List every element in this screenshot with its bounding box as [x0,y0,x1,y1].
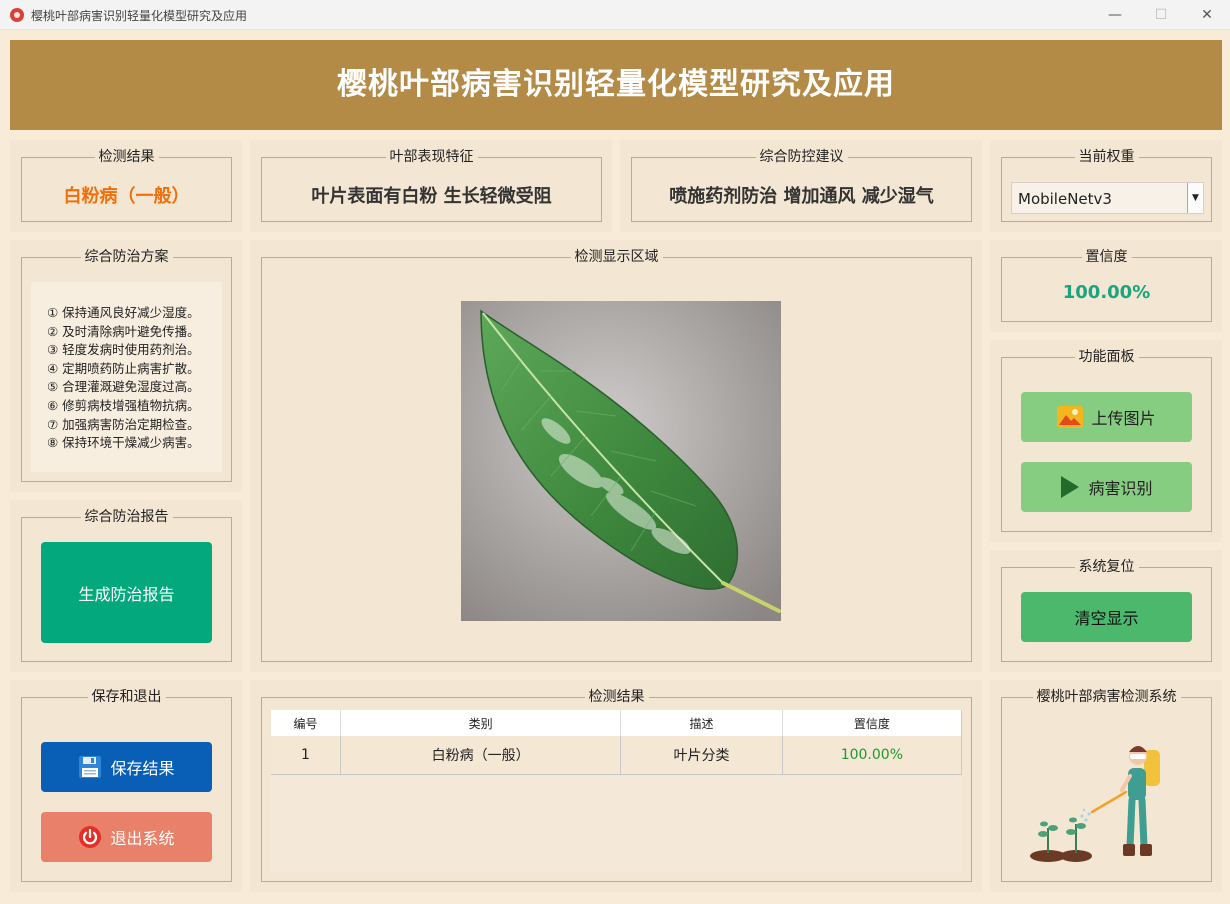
reset-title: 系统复位 [1074,559,1139,575]
plan-item: ① 保持通风良好减少湿度。 [47,305,200,320]
cell-id: 1 [271,736,341,775]
confidence-group: 置信度 100.00% [1001,249,1212,322]
generate-report-label: 生成防治报告 [78,584,175,604]
leaf-illustration [461,301,781,621]
leaf-features-title: 叶部表现特征 [385,149,478,165]
weights-panel: 当前权重 MobileNetv3 ▼ [990,140,1222,232]
plan-item: ④ 定期喷药防止病害扩散。 [47,360,200,376]
system-panel: 樱桃叶部病害检测系统 [990,680,1222,892]
functions-panel: 功能面板 上传图片 病害识别 [990,340,1222,542]
weights-group: 当前权重 MobileNetv3 ▼ [1001,149,1212,222]
generate-report-button[interactable]: 生成防治报告 [41,542,212,643]
save-results-button[interactable]: 保存结果 [41,742,212,792]
leaf-image [461,301,781,621]
window-titlebar: 樱桃叶部病害识别轻量化模型研究及应用 — ☐ ✕ [0,0,1230,30]
reset-panel: 系统复位 清空显示 [990,550,1222,672]
report-group: 综合防治报告 生成防治报告 [21,509,232,662]
display-title: 检测显示区域 [570,249,663,265]
cell-category: 白粉病（一般） [340,736,622,775]
save-exit-group: 保存和退出 保存结果 退出系统 [21,689,232,882]
clear-display-label: 清空显示 [1074,609,1139,628]
upload-image-button[interactable]: 上传图片 [1021,392,1192,442]
play-icon [1061,476,1080,498]
leaf-features-group: 叶部表现特征 叶片表面有白粉 生长轻微受阻 [261,149,602,222]
system-group: 樱桃叶部病害检测系统 [1001,689,1212,882]
column-header-confidence[interactable]: 置信度 [782,710,963,736]
detect-disease-label: 病害识别 [1088,479,1153,498]
save-results-label: 保存结果 [110,759,175,778]
results-panel: 检测结果 编号 类别 描述 置信度 1 白粉病（一般） 叶片分类 100.00% [250,680,982,892]
table-row[interactable]: 1 白粉病（一般） 叶片分类 100.00% [271,736,963,775]
display-group: 检测显示区域 [261,249,972,662]
leaf-features-value: 叶片表面有白粉 生长轻微受阻 [311,186,552,207]
exit-system-label: 退出系统 [110,829,175,848]
cell-description: 叶片分类 [620,736,783,775]
plan-list: ① 保持通风良好减少湿度。 ② 及时清除病叶避免传播。 ③ 轻度发病时使用药剂治… [31,282,222,472]
detection-result-title: 检测结果 [94,149,159,165]
results-group: 检测结果 编号 类别 描述 置信度 1 白粉病（一般） 叶片分类 100.00% [261,689,972,882]
maximize-button[interactable]: ☐ [1138,0,1184,30]
functions-group: 功能面板 上传图片 病害识别 [1001,349,1212,532]
plan-item: ⑥ 修剪病枝增强植物抗病。 [47,397,200,413]
plan-item: ③ 轻度发病时使用药剂治。 [47,342,200,358]
table-empty-area [271,776,962,872]
plan-item: ⑧ 保持环境干燥减少病害。 [47,435,200,451]
display-panel: 检测显示区域 [250,240,982,672]
confidence-title: 置信度 [1081,249,1132,265]
plan-title: 综合防治方案 [80,249,173,265]
window-title: 樱桃叶部病害识别轻量化模型研究及应用 [31,9,248,23]
report-title: 综合防治报告 [80,509,173,525]
cell-confidence: 100.00% [782,736,963,775]
results-table: 编号 类别 描述 置信度 1 白粉病（一般） 叶片分类 100.00% [271,710,963,775]
plan-group: 综合防治方案 ① 保持通风良好减少湿度。 ② 及时清除病叶避免传播。 ③ 轻度发… [21,249,232,482]
save-exit-panel: 保存和退出 保存结果 退出系统 [10,680,242,892]
upload-image-label: 上传图片 [1091,409,1156,428]
results-title: 检测结果 [584,689,649,705]
clear-display-button[interactable]: 清空显示 [1021,592,1192,642]
column-header-description[interactable]: 描述 [620,710,783,736]
system-title: 樱桃叶部病害检测系统 [1032,689,1181,705]
advice-panel: 综合防控建议 喷施药剂防治 增加通风 减少湿气 [620,140,982,232]
detection-result-value: 白粉病（一般） [63,186,190,207]
advice-group: 综合防控建议 喷施药剂防治 增加通风 减少湿气 [631,149,972,222]
header-banner: 樱桃叶部病害识别轻量化模型研究及应用 [10,40,1222,130]
power-icon [79,826,102,848]
advice-value: 喷施药剂防治 增加通风 减少湿气 [669,186,934,207]
plan-panel: 综合防治方案 ① 保持通风良好减少湿度。 ② 及时清除病叶避免传播。 ③ 轻度发… [10,240,242,492]
exit-system-button[interactable]: 退出系统 [41,812,212,862]
page-title: 樱桃叶部病害识别轻量化模型研究及应用 [337,67,895,102]
leaf-features-panel: 叶部表现特征 叶片表面有白粉 生长轻微受阻 [250,140,612,232]
detection-result-panel: 检测结果 白粉病（一般） [10,140,242,232]
plan-item: ⑤ 合理灌溉避免湿度过高。 [47,379,200,395]
plan-item: ⑦ 加强病害防治定期检查。 [47,416,200,432]
weights-select[interactable]: MobileNetv3 ▼ [1011,182,1204,214]
minimize-button[interactable]: — [1092,0,1138,30]
column-header-category[interactable]: 类别 [340,710,622,736]
weights-title: 当前权重 [1074,149,1139,165]
plan-item: ② 及时清除病叶避免传播。 [47,323,200,339]
close-button[interactable]: ✕ [1184,0,1230,30]
weights-selected-value: MobileNetv3 [1018,190,1112,208]
functions-title: 功能面板 [1074,349,1139,365]
confidence-panel: 置信度 100.00% [990,240,1222,332]
detection-result-group: 检测结果 白粉病（一般） [21,149,232,222]
farmer-spraying-illustration [1030,746,1160,862]
floppy-disk-icon [79,756,102,778]
reset-group: 系统复位 清空显示 [1001,559,1212,662]
detect-disease-button[interactable]: 病害识别 [1021,462,1192,512]
report-panel: 综合防治报告 生成防治报告 [10,500,242,672]
image-icon [1057,406,1084,428]
app-icon [10,8,24,22]
chevron-down-icon[interactable]: ▼ [1187,183,1203,213]
column-header-id[interactable]: 编号 [271,710,341,736]
confidence-value: 100.00% [1062,282,1151,303]
save-exit-title: 保存和退出 [87,689,166,705]
advice-title: 综合防控建议 [755,149,848,165]
